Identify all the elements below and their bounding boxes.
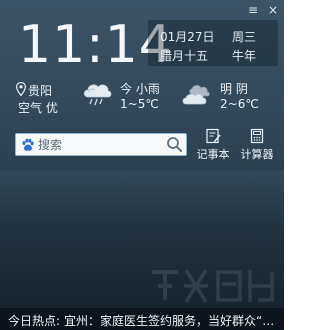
search-box	[15, 133, 187, 156]
lunar-year: 牛年	[232, 49, 257, 63]
tomorrow-temperature: 2~6℃	[220, 97, 259, 111]
tomorrow-condition: 明 阴	[220, 82, 248, 96]
today-condition: 今 小雨	[120, 82, 160, 96]
calculator-icon	[250, 128, 264, 144]
rain-cloud-icon	[83, 84, 112, 106]
location-pin-icon	[16, 82, 26, 96]
hot-news-link[interactable]: 宜州：家庭医生签约服务，当好群众“…	[64, 312, 279, 329]
calculator-label: 计算器	[240, 148, 274, 161]
hot-news-bar: 今日热点: 宜州：家庭医生签约服务，当好群众“…	[0, 308, 284, 330]
download-site-watermark	[152, 269, 274, 303]
overcast-cloud-icon	[182, 85, 210, 105]
weekday: 周三	[232, 30, 257, 44]
notepad-label: 记事本	[196, 148, 230, 161]
search-input[interactable]	[38, 136, 158, 153]
gregorian-date: 01月27日	[160, 30, 215, 44]
lunar-date: 腊月十五	[160, 49, 209, 63]
close-icon[interactable]: ×	[266, 4, 280, 16]
today-temperature: 1~5℃	[120, 97, 159, 111]
baidu-paw-icon	[22, 138, 34, 151]
menu-icon[interactable]: ≡	[246, 4, 260, 16]
calculator-button[interactable]: 计算器	[237, 128, 277, 162]
window-controls: ≡ ×	[246, 4, 280, 16]
date-panel: 01月27日 周三 腊月十五 牛年	[148, 20, 278, 66]
notepad-icon	[206, 128, 221, 144]
weather-clock-widget: ≡ × 11:14 01月27日 周三 腊月十五 牛年 贵阳 空气 优 今 小雨…	[0, 0, 284, 330]
city-name[interactable]: 贵阳	[28, 82, 52, 99]
search-icon[interactable]	[166, 136, 183, 153]
hot-news-label: 今日热点:	[8, 314, 61, 328]
notepad-button[interactable]: 记事本	[193, 128, 233, 162]
air-quality: 空气 优	[18, 101, 58, 115]
